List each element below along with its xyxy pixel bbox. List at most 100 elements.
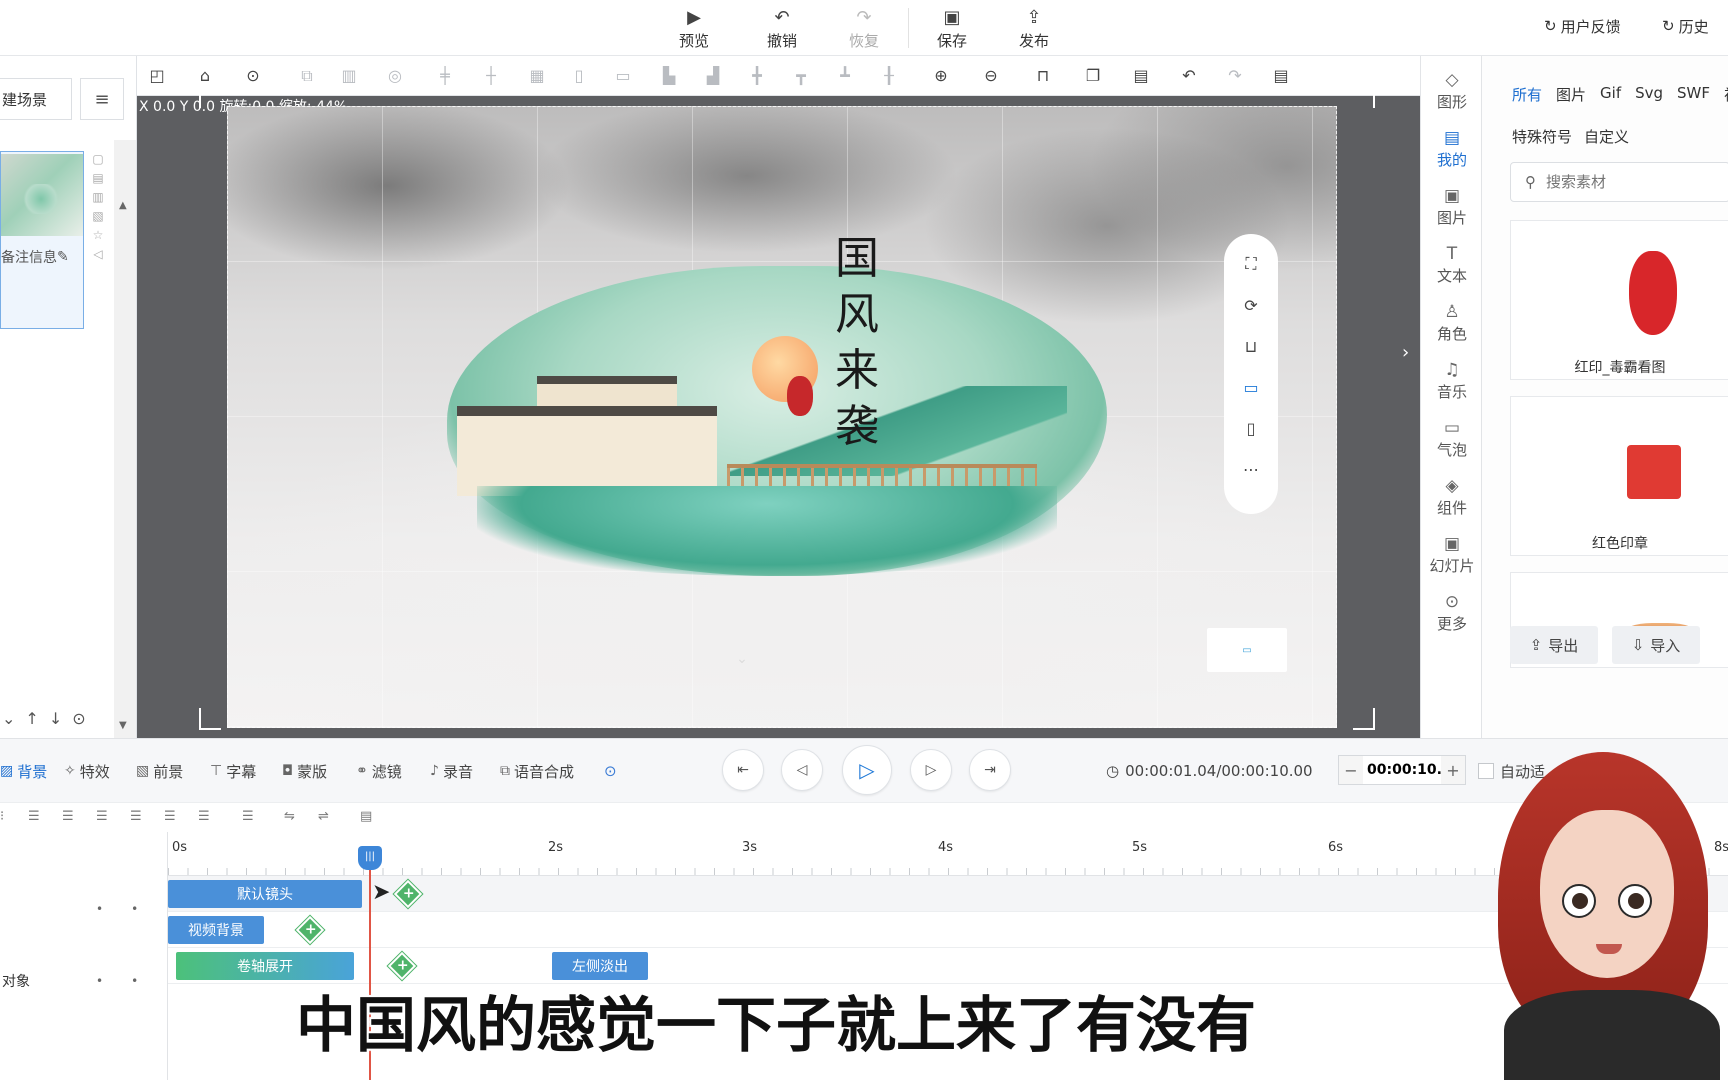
clip-scroll-open[interactable]: 卷轴展开 (176, 952, 354, 980)
insert-icon[interactable]: ▥ (92, 190, 103, 204)
rotate-icon[interactable]: ⟳ (1244, 296, 1257, 315)
category-my[interactable]: ▤ 我的 (1421, 120, 1483, 176)
group-icon[interactable]: ⧉ (295, 65, 319, 87)
tab-custom[interactable]: 自定义 (1584, 126, 1629, 147)
sound-icon[interactable]: ◁ (93, 247, 102, 261)
align-top-icon[interactable]: ▭ (611, 65, 635, 87)
track-label-camera[interactable]: • • (0, 892, 168, 926)
distribute-h-icon[interactable]: ┼ (479, 65, 503, 87)
decrease-button[interactable]: − (1339, 756, 1363, 784)
layout-icon[interactable]: ◰ (145, 65, 169, 87)
prev-scene-button[interactable]: ⇤ (722, 749, 764, 791)
paste-icon[interactable]: ▤ (1129, 65, 1153, 87)
align-left-icon[interactable]: ▙ (657, 65, 681, 87)
category-more[interactable]: ⊙ 更多 (1421, 584, 1483, 640)
clip-video-background[interactable]: 视频背景 (168, 916, 264, 944)
mini-map[interactable]: ▭ (1207, 628, 1287, 672)
delete-icon[interactable]: ▤ (92, 171, 103, 185)
copy-icon[interactable]: ❐ (1081, 65, 1105, 87)
publish-button[interactable]: ⇪ 发布 (1004, 4, 1064, 54)
tab-all[interactable]: 所有 (1512, 84, 1542, 105)
copy-icon[interactable]: ▢ (92, 152, 103, 166)
mobile-icon[interactable]: ▯ (1247, 419, 1256, 438)
feedback-link[interactable]: ↻ 用户反馈 (1544, 14, 1621, 38)
align-right-icon[interactable]: ▟ (701, 65, 725, 87)
tab-captions[interactable]: ⊤ 字幕 (210, 759, 256, 783)
tab-mask[interactable]: ◘ 蒙版 (282, 759, 327, 783)
align-left-icon[interactable]: ☰ (28, 809, 40, 824)
merge-icon[interactable]: ⇋ (284, 809, 295, 824)
lock-icon[interactable]: ⊓ (1031, 65, 1055, 87)
stage-canvas[interactable]: 国风来袭 (227, 106, 1337, 728)
play-button[interactable]: ▷ (842, 745, 892, 795)
history-link[interactable]: ↻ 历史 (1662, 14, 1709, 38)
category-character[interactable]: ♙ 角色 (1421, 294, 1483, 350)
duration-input[interactable] (1363, 762, 1441, 778)
expand-icon[interactable]: ⁝ (0, 809, 4, 824)
add-keyframe-button[interactable]: + (393, 879, 423, 909)
distribute-v-icon[interactable]: ▯ (567, 65, 591, 87)
stretch-icon[interactable]: ☰ (164, 809, 176, 824)
duplicate-icon[interactable]: ▧ (92, 209, 103, 223)
increase-button[interactable]: + (1441, 756, 1465, 784)
align-end-icon[interactable]: ☰ (130, 809, 142, 824)
tab-foreground[interactable]: ▧ 前景 (136, 759, 183, 783)
material-search-input[interactable] (1546, 173, 1696, 191)
zoom-in-icon[interactable]: ⊕ (929, 65, 953, 87)
align-top-edge-icon[interactable]: ┳ (789, 65, 813, 87)
tab-special-symbols[interactable]: 特殊符号 (1512, 126, 1572, 147)
next-frame-button[interactable]: ▷ (910, 749, 952, 791)
move-up-icon[interactable]: ↑ (25, 709, 38, 728)
tab-swf[interactable]: SWF (1677, 84, 1710, 105)
settings-icon[interactable]: ▤ (1269, 65, 1293, 87)
category-text[interactable]: T 文本 (1421, 236, 1483, 292)
category-component[interactable]: ◈ 组件 (1421, 468, 1483, 524)
chevron-down-icon[interactable]: ⌄ (2, 709, 15, 728)
category-music[interactable]: ♫ 音乐 (1421, 352, 1483, 408)
desktop-icon[interactable]: ▭ (1243, 378, 1258, 397)
timeline-settings-icon[interactable]: ▤ (360, 809, 372, 824)
category-bubble[interactable]: ▭ 气泡 (1421, 410, 1483, 466)
distribute-icon[interactable]: ☰ (198, 809, 210, 824)
home-icon[interactable]: ⌂ (193, 65, 217, 87)
tab-filter[interactable]: ⚭ 滤镜 (356, 759, 402, 783)
align-right-icon[interactable]: ☰ (62, 809, 74, 824)
track-toggles[interactable]: • • (96, 892, 138, 926)
redo-stage-icon[interactable]: ↷ (1223, 65, 1247, 87)
split-icon[interactable]: ☰ (242, 809, 254, 824)
scene-note[interactable]: 备注信息 ✎ (1, 244, 83, 270)
align-bottom-icon[interactable]: ┻ (833, 65, 857, 87)
align-vcenter-icon[interactable]: ╂ (877, 65, 901, 87)
star-icon[interactable]: ☆ (93, 228, 104, 242)
prev-frame-button[interactable]: ◁ (781, 749, 823, 791)
align-center-icon[interactable]: ╪ (433, 65, 457, 87)
category-image[interactable]: ▣ 图片 (1421, 178, 1483, 234)
track-toggles[interactable]: • • (96, 964, 138, 998)
more-options-icon[interactable]: ⊙ (72, 709, 85, 728)
zoom-out-icon[interactable]: ⊖ (979, 65, 1003, 87)
clip-left-fade-out[interactable]: 左侧淡出 (552, 952, 648, 980)
scroll-down-icon[interactable]: ▼ (119, 720, 127, 731)
panel-collapse-icon[interactable]: › (1402, 342, 1409, 363)
clip-default-camera[interactable]: 默认镜头 (168, 880, 362, 908)
unlock-icon[interactable]: ⊔ (1245, 337, 1257, 356)
undo-stage-icon[interactable]: ↶ (1177, 65, 1201, 87)
tab-record[interactable]: ♪ 录音 (430, 759, 473, 783)
new-scene-button[interactable]: 建场景 (0, 78, 72, 120)
playhead-handle[interactable]: ||| (358, 846, 382, 870)
artwork[interactable]: 国风来袭 (427, 233, 1137, 596)
scene-card[interactable]: 备注信息 ✎ (0, 151, 84, 329)
tab-svg[interactable]: Svg (1635, 84, 1663, 105)
add-keyframe-button[interactable]: + (387, 951, 417, 981)
redo-button[interactable]: ↷ 恢复 (834, 4, 894, 54)
track-label-object[interactable]: 对象 • • (0, 964, 168, 998)
undo-button[interactable]: ↶ 撤销 (752, 4, 812, 54)
tab-speech-synthesis[interactable]: ⧉ 语音合成 (500, 759, 574, 783)
tab-background[interactable]: ▨ 背景 (0, 759, 47, 783)
next-scene-button[interactable]: ⇥ (969, 749, 1011, 791)
more-tabs-icon[interactable]: ⊙ (604, 759, 617, 783)
material-item[interactable]: 红色印章 (1510, 396, 1728, 556)
category-shape[interactable]: ◇ 图形 (1421, 62, 1483, 118)
align-start-icon[interactable]: ☰ (96, 809, 108, 824)
add-keyframe-button[interactable]: + (295, 915, 325, 945)
